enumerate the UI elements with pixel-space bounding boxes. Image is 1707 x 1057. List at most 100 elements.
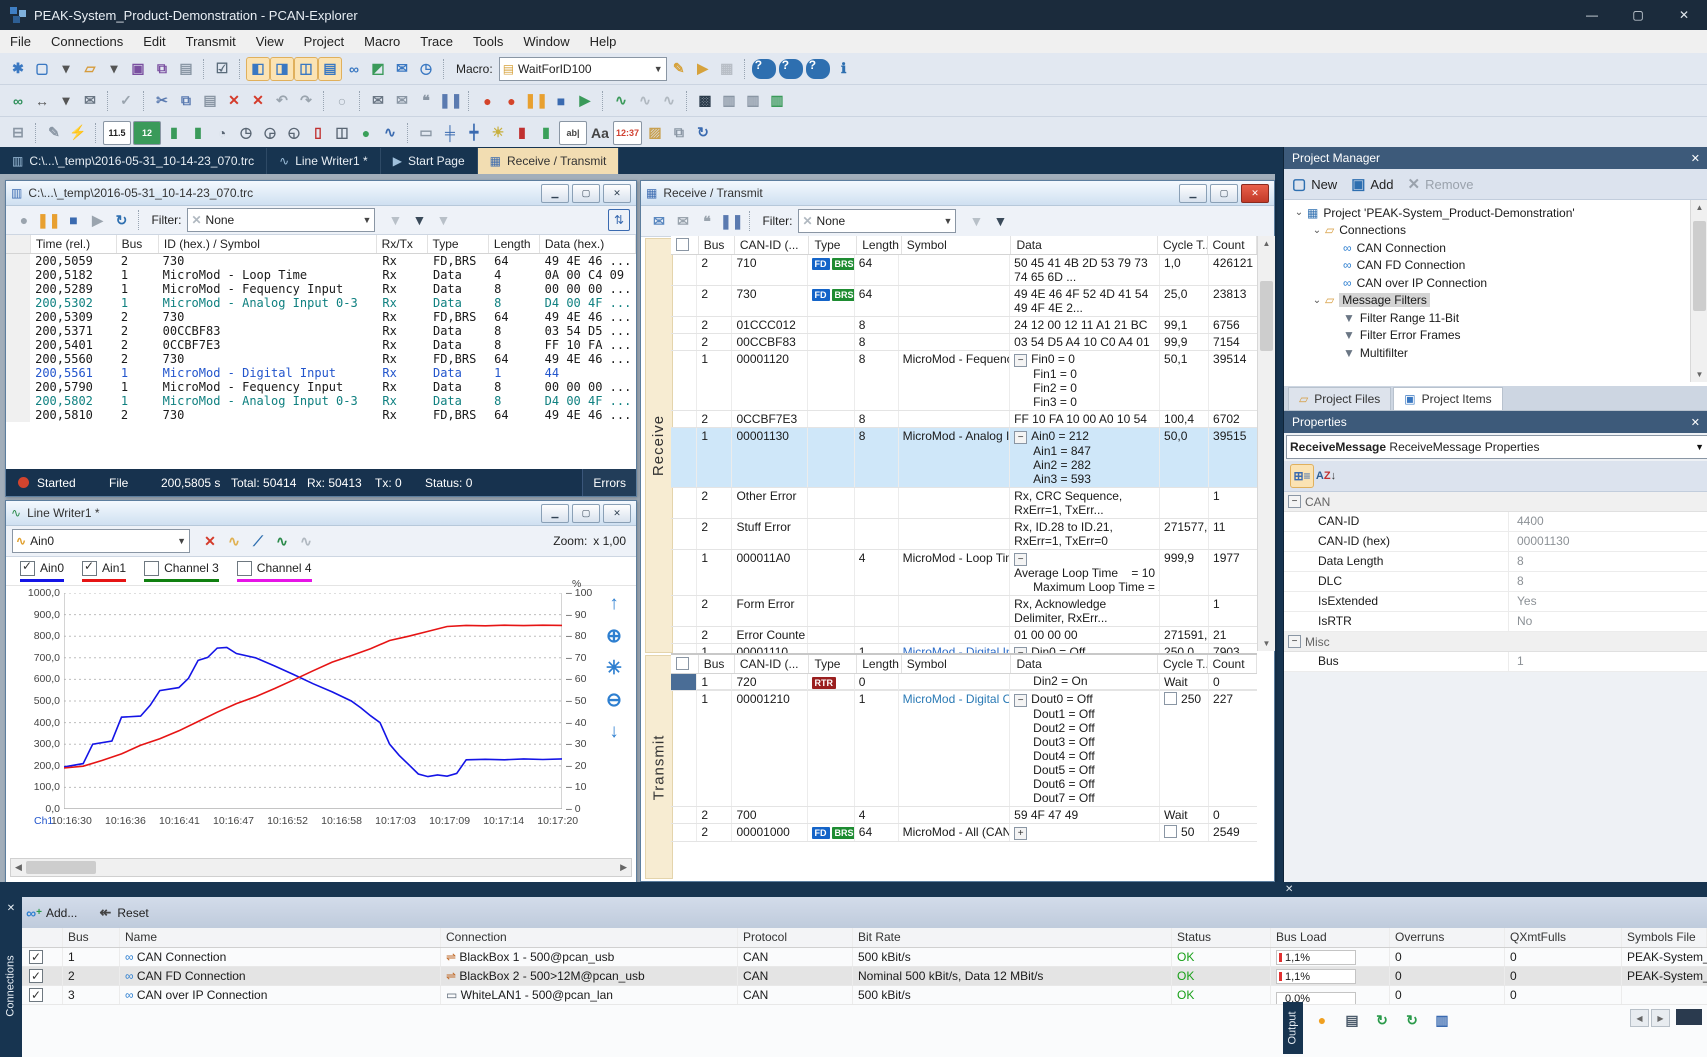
rt-col-length[interactable]: Length [857, 655, 901, 673]
record-icon[interactable]: ● [500, 90, 522, 112]
panel-align-1-icon[interactable]: ▥ [718, 90, 740, 112]
filter-new-icon[interactable]: ▼ [989, 210, 1011, 232]
new-message-icon[interactable]: ✉ [367, 90, 389, 112]
legend-checkbox[interactable] [237, 561, 252, 576]
trace-pause-icon[interactable]: ❚❚ [37, 209, 60, 231]
edit-transmit-message-icon[interactable]: ✉ [672, 210, 694, 232]
connection-enabled-checkbox[interactable] [29, 988, 43, 1002]
select-all-checkbox[interactable] [676, 657, 689, 670]
scrollbar-thumb[interactable] [26, 861, 96, 874]
stop-trace-icon[interactable]: ■ [550, 90, 572, 112]
legend-item-channel-3[interactable]: Channel 3 [144, 561, 219, 582]
connections-table[interactable]: BusNameConnectionProtocolBit RateStatusB… [22, 928, 1707, 1005]
transmit-table[interactable]: BusCAN-ID (...TypeLengthSymbolDataCycle … [671, 653, 1257, 842]
tree-item-filter-range-11-bit[interactable]: ▼Filter Range 11-Bit [1284, 309, 1707, 327]
delayed-message-icon[interactable]: ✉ [79, 90, 101, 112]
macro-stop-icon[interactable]: ▦ [716, 58, 738, 80]
project-tree[interactable]: ▲ ▼ ⌄▦Project 'PEAK-System_Product-Demon… [1284, 200, 1707, 386]
dock-scroll-right-icon[interactable]: ▶ [1651, 1009, 1670, 1027]
gauge-half-icon[interactable]: ◷ [235, 122, 257, 144]
collapse-icon[interactable]: − [1288, 635, 1301, 648]
scroll-down-icon[interactable]: ▼ [1263, 636, 1271, 651]
message-comment-icon[interactable]: ❝ [415, 90, 437, 112]
page-options-icon[interactable]: ☑ [211, 58, 233, 80]
rt-filter-select[interactable]: ✕ None ▼ [798, 209, 956, 233]
run-instrument-icon[interactable]: ⚡ [67, 122, 89, 144]
properties-object-select[interactable]: ReceiveMessage ReceiveMessage Properties… [1286, 435, 1707, 459]
properties-grid[interactable]: −CANCAN-ID4400CAN-ID (hex)00001130Data L… [1284, 492, 1707, 672]
receive-row[interactable]: 2Stuff ErrorRx, ID.28 to ID.21, RxErr=1,… [671, 519, 1257, 550]
output-panel-tab[interactable]: Output [1283, 1002, 1303, 1054]
scroll-up-icon[interactable]: ▲ [1263, 236, 1271, 251]
panel-align-3-icon[interactable]: ▥ [766, 90, 788, 112]
scroll-right-icon[interactable]: ▶ [616, 862, 631, 873]
cut-icon[interactable]: ✂ [151, 90, 173, 112]
receive-row[interactable]: 1000011308MicroMod - Analog In...−Ain0 =… [671, 428, 1257, 488]
tree-item-project-peak-system-product-demonstratio[interactable]: ⌄▦Project 'PEAK-System_Product-Demonstra… [1284, 204, 1707, 222]
delete-channel-icon[interactable]: ✕ [199, 530, 221, 552]
new-button[interactable]: ▢New [1292, 175, 1337, 193]
image-control-icon[interactable]: ▨ [644, 122, 666, 144]
transmit-row[interactable]: 1000012101MicroMod - Digital O...−Dout0 … [671, 691, 1257, 807]
close-button[interactable]: ✕ [1661, 0, 1707, 30]
help-icon[interactable]: ? [752, 59, 776, 79]
line-writer-maximize-button[interactable]: ▢ [572, 504, 600, 523]
trace-row[interactable]: 200,5371200CCBF83RxData803 54 D5 ... [6, 324, 636, 338]
conn-col-connection[interactable]: Connection [441, 928, 738, 947]
filter-apply-icon[interactable]: ▼ [384, 209, 406, 231]
macro-run-icon[interactable]: ▶ [692, 58, 714, 80]
errors-button[interactable]: Errors [582, 469, 636, 496]
trace-maximize-button[interactable]: ▢ [572, 184, 600, 203]
bar-display-icon[interactable]: ▮ [187, 122, 209, 144]
cycle-enable-checkbox[interactable] [1164, 825, 1177, 838]
scroll-down-icon[interactable]: ↓ [602, 720, 626, 744]
add-button[interactable]: ▣Add [1351, 175, 1393, 193]
transmit-row[interactable]: 1720RTR0Wait0 [671, 674, 1257, 691]
scroll-up-icon[interactable]: ↑ [602, 592, 626, 616]
chevron-down-icon[interactable]: ⌄ [1292, 207, 1306, 218]
play-trace-icon[interactable]: ▶ [574, 90, 596, 112]
connect-icon[interactable]: ∞ [7, 90, 29, 112]
tree-scroll-down-icon[interactable]: ▼ [1696, 367, 1704, 382]
panel-tree-icon[interactable]: ⊟ [7, 122, 29, 144]
line-writer-minimize-button[interactable]: ▁ [541, 504, 569, 523]
plotter-icon[interactable]: ∿ [634, 90, 656, 112]
conn-col-symbols-file[interactable]: Symbols File [1622, 928, 1707, 947]
tree-scroll-up-icon[interactable]: ▲ [1696, 200, 1704, 215]
trace-col-5[interactable]: Length [489, 235, 540, 253]
open-file-icon[interactable]: ▱ [79, 58, 101, 80]
trace-row[interactable]: 200,50592730RxFD,BRS6449 4E 46 ... [6, 254, 636, 268]
zoom-out-icon[interactable]: ⊖ [602, 688, 626, 712]
trace-filter-select[interactable]: ✕ None ▼ [187, 208, 375, 232]
receive-row[interactable]: 200CCBF83803 54 D5 A4 10 C0 A4 0199,9715… [671, 334, 1257, 351]
counter-badge-icon[interactable]: ▥ [1431, 1009, 1453, 1031]
expand-icon[interactable]: + [1014, 827, 1027, 840]
record-chart-icon[interactable]: ∿ [271, 530, 293, 552]
menu-view[interactable]: View [246, 32, 294, 51]
maximize-button[interactable]: ▢ [1615, 0, 1661, 30]
receive-row[interactable]: 2Error Counte01 00 00 00271591,221 [671, 627, 1257, 644]
legend-item-channel-4[interactable]: Channel 4 [237, 561, 312, 582]
trace-loop-icon[interactable]: ↻ [110, 209, 132, 231]
collapse-icon[interactable]: − [1014, 553, 1027, 566]
doc-tab-line-writer1-[interactable]: ∿Line Writer1 * [267, 148, 381, 174]
conn-col-protocol[interactable]: Protocol [738, 928, 853, 947]
textbox-control-icon[interactable]: ab| [559, 121, 587, 145]
rt-col-select[interactable] [671, 655, 699, 673]
help-contents-icon[interactable]: ? [779, 59, 803, 79]
line-writer-icon[interactable]: ∿ [610, 90, 632, 112]
new-file-icon[interactable]: ▢ [31, 58, 53, 80]
menu-edit[interactable]: Edit [133, 32, 175, 51]
tree-item-can-connection[interactable]: ∞CAN Connection [1284, 239, 1707, 257]
minimize-button[interactable]: — [1569, 0, 1615, 30]
categorized-view-icon[interactable]: ⊞≡ [1291, 465, 1313, 487]
trace-row[interactable]: 200,51821MicroMod - Loop TimeRxData40A 0… [6, 268, 636, 282]
delete-file-icon[interactable]: ✕ [247, 90, 269, 112]
notifications-icon[interactable]: ● [1311, 1009, 1333, 1031]
tree-item-can-fd-connection[interactable]: ∞CAN FD Connection [1284, 257, 1707, 275]
line-chart[interactable] [64, 593, 562, 809]
layout-history-icon[interactable]: ◷ [415, 58, 437, 80]
redo-icon[interactable]: ↷ [295, 90, 317, 112]
trace-col-4[interactable]: Type [428, 235, 489, 253]
property-row[interactable]: IsRTRNo [1284, 612, 1707, 632]
